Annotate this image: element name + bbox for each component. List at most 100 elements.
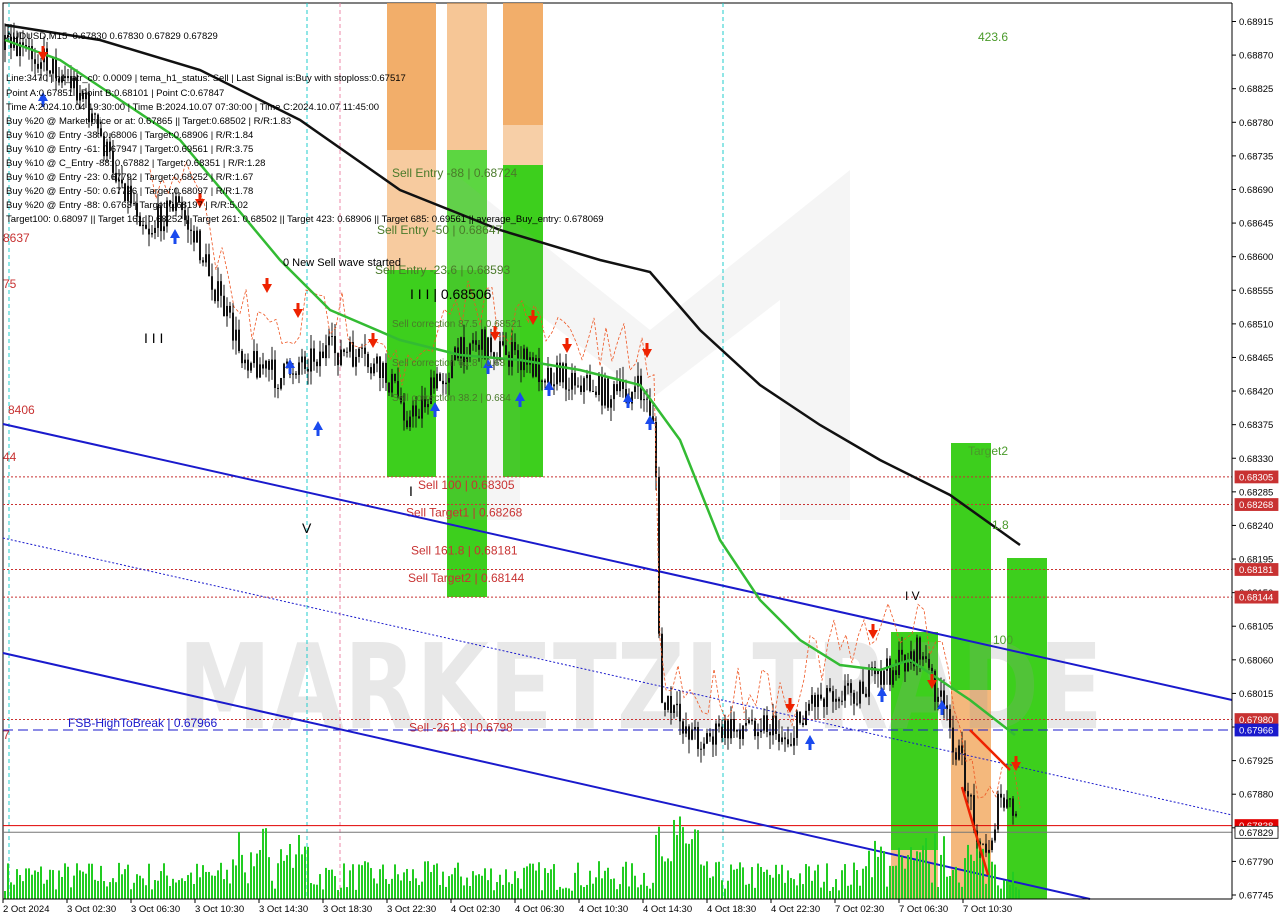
price-tag-label: 0.67829 [1239, 828, 1273, 839]
time-tick-label: 4 Oct 06:30 [515, 904, 564, 915]
candle-body [433, 377, 435, 389]
candle-body [949, 709, 951, 728]
candle-body [478, 344, 480, 350]
candle-body [928, 658, 930, 668]
price-tick-label: 0.68780 [1239, 118, 1273, 129]
zone-label: Target2 [968, 444, 1008, 458]
zone-label: 423.6 [978, 30, 1008, 44]
candle-body [253, 351, 255, 364]
candle-body [916, 637, 918, 667]
time-tick-label: 3 Oct 22:30 [387, 904, 436, 915]
edge-label: 75 [3, 277, 17, 291]
candle-body [823, 698, 825, 707]
price-tick-label: 0.67790 [1239, 857, 1273, 868]
candle-body [481, 329, 483, 350]
candle-body [598, 375, 600, 395]
candle-body [238, 329, 240, 352]
candle-body [757, 732, 759, 737]
price-tick-label: 0.68510 [1239, 319, 1273, 330]
candle-body [889, 658, 891, 685]
candle-body [307, 368, 309, 372]
candle-body [319, 351, 321, 367]
time-tick-label: 3 Oct 18:30 [323, 904, 372, 915]
candle-body [841, 700, 843, 702]
price-tag-label: 0.68144 [1239, 593, 1273, 604]
candle-body [514, 342, 516, 351]
candle-body [994, 829, 996, 841]
candle-body [280, 377, 282, 389]
candle-body [1009, 798, 1011, 800]
candle-body [847, 683, 849, 686]
candle-body [769, 731, 771, 736]
candle-body [745, 722, 747, 726]
candle-body [1003, 797, 1005, 808]
level-label: Sell Target2 | 0.68144 [408, 571, 525, 585]
candle-body [190, 229, 192, 231]
candle-body [553, 384, 555, 387]
candle-body [664, 702, 666, 710]
price-tick-label: 0.68555 [1239, 286, 1273, 297]
candle-body [643, 399, 645, 401]
zone-label: 0 New Sell wave started [283, 257, 401, 269]
candle-body [244, 359, 246, 364]
time-tick-label: 4 Oct 22:30 [771, 904, 820, 915]
price-tick-label: 0.67925 [1239, 756, 1273, 767]
price-tag-label: 0.68181 [1239, 565, 1273, 576]
time-tick-label: 4 Oct 10:30 [579, 904, 628, 915]
candle-body [268, 360, 270, 370]
candle-body [259, 364, 261, 378]
time-tick-label: 4 Oct 18:30 [707, 904, 756, 915]
chart-root: MARKETZI TRADE Sell 100 | 0.68305 Sell Tar… [0, 0, 1280, 920]
candle-body [292, 373, 294, 375]
candle-body [439, 373, 441, 381]
candle-body [685, 726, 687, 734]
time-tick-label: 3 Oct 06:30 [131, 904, 180, 915]
price-tick-label: 0.68465 [1239, 353, 1273, 364]
candle-body [376, 356, 378, 364]
candle-body [364, 347, 366, 354]
candle-body [988, 849, 990, 853]
symbol-line: AUDUSD,M15 0.67830 0.67830 0.67829 0.678… [6, 31, 218, 43]
candle-body [892, 670, 894, 685]
zone-label: Sell correction 38.2 | 0.684 [392, 393, 511, 404]
candle-body [925, 656, 927, 659]
candle-body [538, 358, 540, 383]
candle-body [580, 385, 582, 392]
candle-body [223, 295, 225, 317]
candle-body [418, 416, 420, 419]
candle-body [796, 711, 798, 738]
price-tick-label: 0.68870 [1239, 51, 1273, 62]
time-tick-label: 4 Oct 02:30 [451, 904, 500, 915]
candle-body [712, 736, 714, 745]
time-tick-label: 3 Oct 10:30 [195, 904, 244, 915]
candle-body [670, 696, 672, 713]
candle-body [532, 357, 534, 377]
price-tick-label: 0.68285 [1239, 487, 1273, 498]
candle-body [328, 336, 330, 346]
candle-body [958, 745, 960, 760]
candle-body [820, 694, 822, 699]
candle-body [484, 329, 486, 360]
candle-body [724, 720, 726, 738]
candle-body [856, 703, 858, 705]
zone-label: I I I | 0.68506 [410, 286, 492, 302]
candle-body [883, 670, 885, 685]
candle-body [955, 752, 957, 760]
candle-body [337, 353, 339, 366]
candle-body [736, 729, 738, 732]
candle-body [739, 729, 741, 739]
price-tag-label: 0.68268 [1239, 500, 1273, 511]
candle-body [349, 342, 351, 352]
price-tick-label: 0.68105 [1239, 622, 1273, 633]
candle-body [862, 681, 864, 694]
candle-body [859, 681, 861, 704]
candle-body [412, 405, 414, 417]
candle-body [574, 372, 576, 386]
candle-body [673, 705, 675, 713]
candle-body [715, 723, 717, 745]
watermark-text: MARKETZI TRADE [178, 618, 1103, 756]
candle-body [742, 725, 744, 739]
candle-body [508, 354, 510, 367]
candle-body [415, 405, 417, 417]
price-tick-label: 0.68915 [1239, 17, 1273, 28]
